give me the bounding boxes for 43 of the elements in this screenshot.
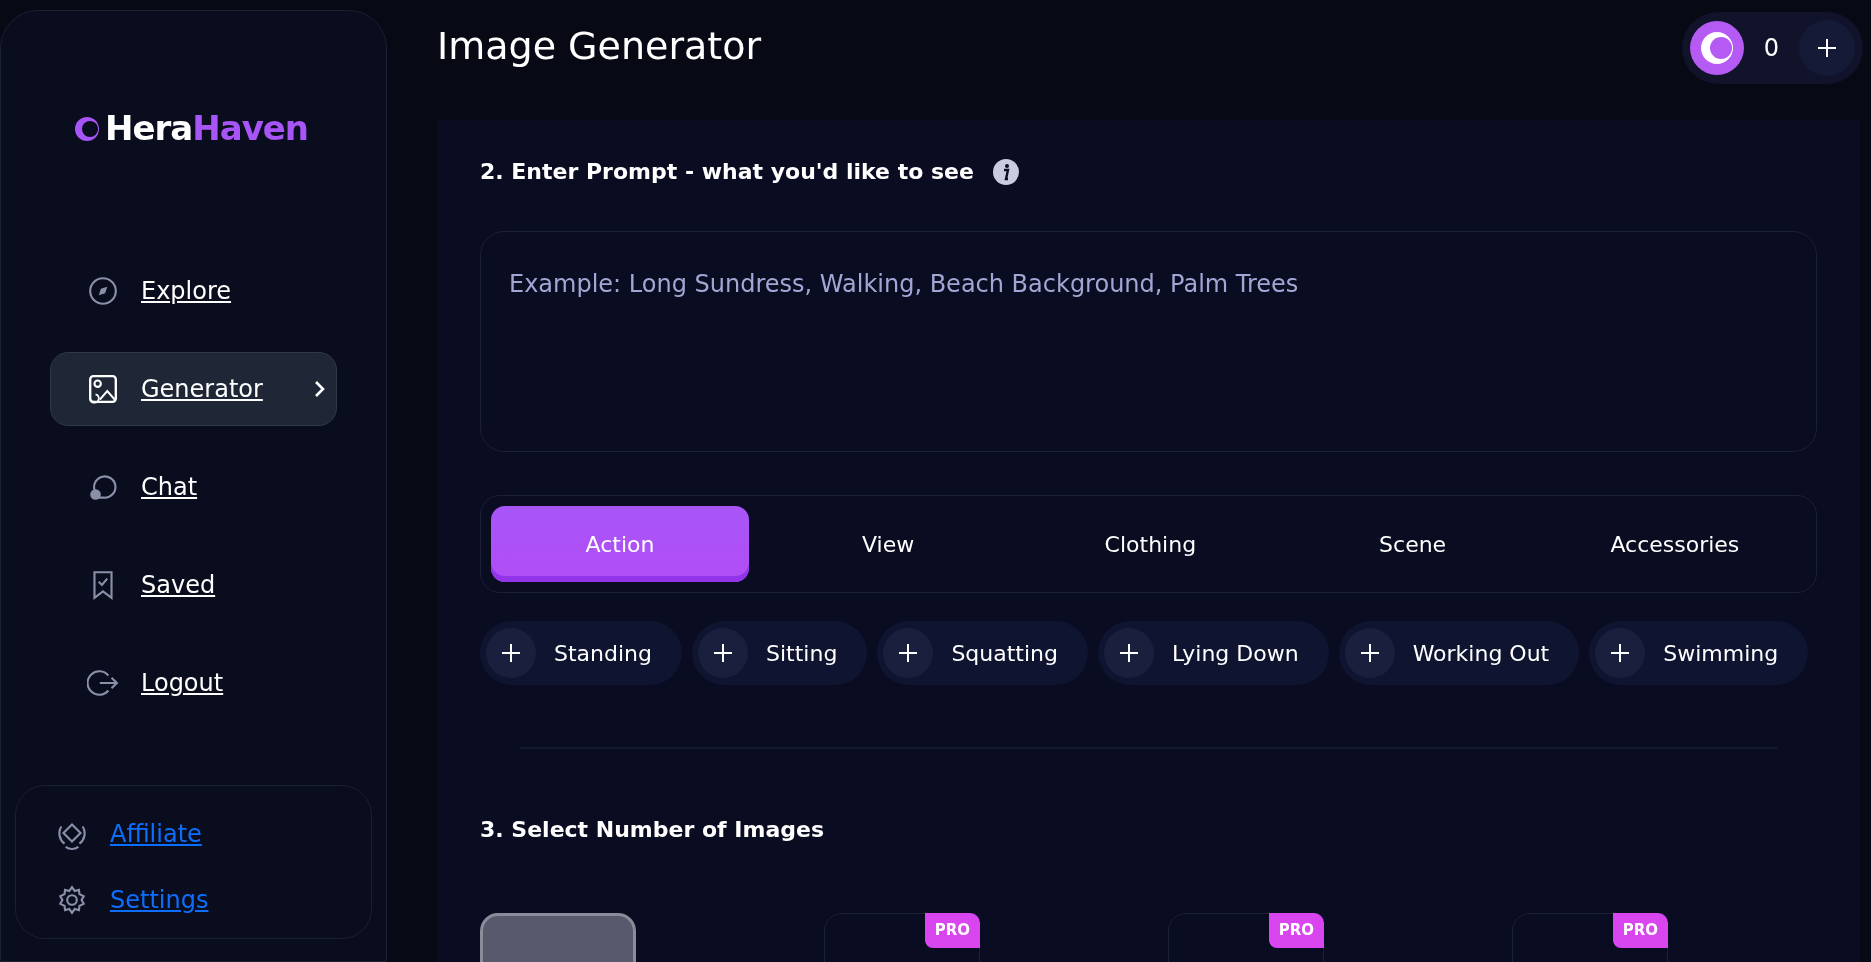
logout-icon <box>87 667 119 699</box>
sidebar-item[interactable]: Saved <box>50 548 337 622</box>
sidebar-item[interactable]: Chat <box>50 450 337 524</box>
pro-badge: PRO <box>924 913 980 948</box>
plus-icon <box>1816 37 1838 59</box>
tag-chip[interactable]: Swimming <box>1589 621 1809 685</box>
section-heading: 3. Select Number of Images <box>480 817 824 844</box>
tag-chip[interactable]: Sitting <box>692 621 868 685</box>
plus-icon <box>898 643 919 663</box>
category-tab[interactable]: View <box>757 506 1020 582</box>
tag-chip[interactable]: Standing <box>480 621 682 685</box>
compass-icon <box>87 275 119 307</box>
page-title: Image Generator <box>437 24 762 70</box>
settings-icon <box>56 884 88 916</box>
sidebar-link[interactable]: Settings <box>110 882 209 918</box>
pro-badge: PRO <box>1612 913 1668 948</box>
sidebar-link[interactable]: Affiliate <box>110 816 202 852</box>
sidebar-item[interactable]: Logout <box>50 646 337 720</box>
credits-count: 0 <box>1762 33 1780 64</box>
prompt-field[interactable]: Example: Long Sundress, Walking, Beach Background, Palm Trees <box>480 231 1817 452</box>
image-icon <box>87 373 119 405</box>
plus-icon <box>1610 643 1631 663</box>
plus-icon <box>1119 643 1139 663</box>
chevron-icon <box>312 379 327 399</box>
logo-text: HeraHaven <box>105 107 309 150</box>
plus-icon <box>713 643 733 663</box>
coin-icon <box>1689 21 1744 75</box>
pro-badge: PRO <box>1268 913 1324 948</box>
info-icon[interactable] <box>991 158 1020 186</box>
tag-chip[interactable]: Lying Down <box>1098 621 1329 685</box>
category-tab[interactable]: Clothing <box>1019 506 1282 582</box>
section-heading: 2. Enter Prompt - what you'd like to see <box>480 158 974 186</box>
plus-icon <box>1359 643 1380 663</box>
logo-icon <box>73 114 101 143</box>
tag-chip[interactable]: Squatting <box>877 621 1088 685</box>
category-tab[interactable]: Action <box>491 506 749 582</box>
add-credits-button[interactable] <box>1799 20 1855 76</box>
plus-icon <box>501 643 521 663</box>
tag-chip[interactable]: Working Out <box>1338 621 1580 685</box>
sidebar-item[interactable]: Explore <box>50 254 337 328</box>
sidebar-item[interactable]: Generator <box>50 352 337 426</box>
category-tab[interactable]: Scene <box>1281 506 1544 582</box>
category-tab[interactable]: Accessories <box>1543 506 1806 582</box>
